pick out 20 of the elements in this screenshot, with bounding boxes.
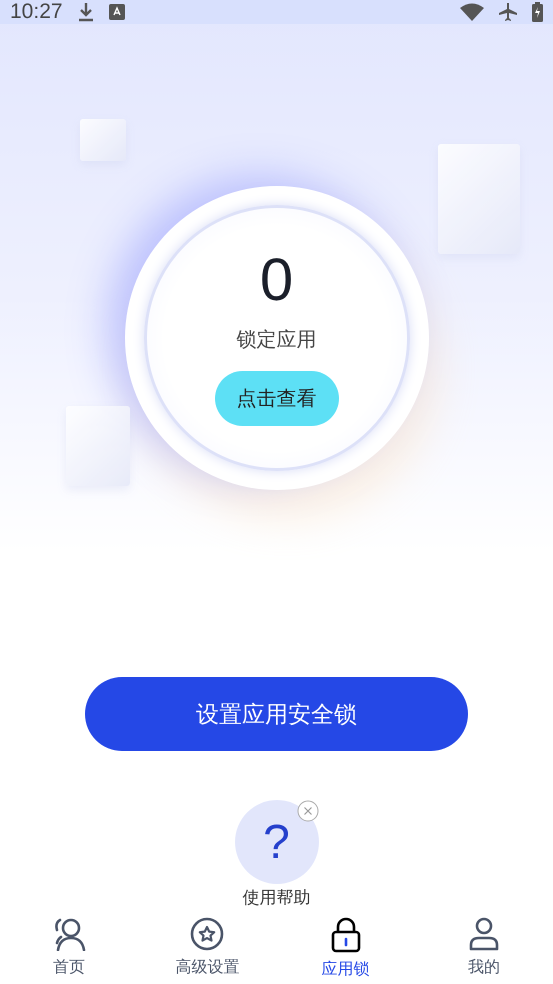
- keyboard-icon: [108, 4, 125, 20]
- person-icon: [468, 917, 499, 951]
- download-icon: [76, 2, 95, 22]
- close-icon[interactable]: [296, 800, 318, 822]
- view-button[interactable]: 点击查看: [214, 371, 338, 426]
- locked-count: 0: [260, 250, 294, 310]
- nav-tab[interactable]: 首页: [0, 909, 138, 984]
- nav-tab[interactable]: 应用锁: [276, 909, 415, 984]
- nav-tab[interactable]: 高级设置: [138, 909, 276, 984]
- battery-icon: [532, 2, 543, 22]
- nav-tab[interactable]: 我的: [414, 909, 553, 984]
- status-time: 10:27: [10, 0, 63, 24]
- help-button[interactable]: ?: [234, 800, 318, 884]
- airplane-icon: [498, 2, 518, 22]
- lock-icon: [330, 917, 361, 953]
- setup-lock-button[interactable]: 设置应用安全锁: [85, 677, 468, 751]
- help-label: 使用帮助: [242, 887, 310, 909]
- locked-label: 锁定应用: [236, 326, 316, 353]
- wifi-icon: [460, 3, 484, 21]
- cube-drawing: [80, 119, 126, 161]
